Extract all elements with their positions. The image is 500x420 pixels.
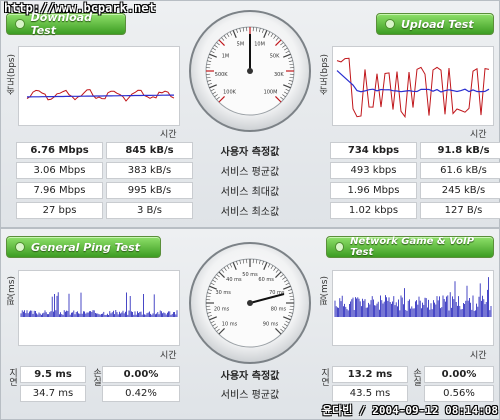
game-graph [334, 277, 492, 317]
gauge-tick-label: 30 ms [215, 290, 231, 296]
ping-graph [20, 292, 178, 317]
gauge-tick-label: 10M [254, 42, 265, 48]
gauge-tick-label: 50 ms [242, 272, 258, 278]
upload-value-primary: 734 kbps [330, 142, 417, 159]
ping-latency-value: 34.7 ms [20, 385, 86, 402]
game-loss-label: 손실 [411, 368, 421, 386]
game-ping-series [334, 277, 492, 317]
general-ping-test-button[interactable]: General Ping Test [6, 236, 161, 258]
game-loss-value: 0.56% [424, 385, 494, 402]
ping-latency-value: 9.5 ms [20, 366, 86, 383]
gauge-tick-label: 30K [274, 72, 284, 78]
watermark-url: http://www.bcpark.net [4, 1, 156, 15]
game-latency-value: 13.2 ms [332, 366, 408, 383]
upload-value-primary: 493 kbps [330, 162, 417, 179]
ping-gauge-dial: 10 ms20 ms30 ms40 ms50 ms60 ms70 ms80 ms… [205, 258, 295, 348]
download-value-secondary: 995 kB/s [106, 182, 193, 199]
upload-test-button[interactable]: Upload Test [376, 13, 494, 35]
gauge-tick-label: 80 ms [271, 307, 287, 313]
download-value-primary: 6.76 Mbps [16, 142, 103, 159]
download-y-axis-label: 속도(bps) [7, 54, 17, 96]
gear-icon [385, 19, 395, 29]
upload-value-secondary: 127 B/s [420, 202, 500, 219]
gauge-tick-label: 50K [270, 54, 280, 60]
upload-value-secondary: 91.8 kB/s [420, 142, 500, 159]
row-label: 사용자 측정값 [220, 371, 280, 382]
speed-gauge: 100K 500K 1M 5M 10M 50K 30K 100M [189, 10, 311, 132]
gauge-tick-label: 60 ms [258, 277, 274, 283]
upload-test-label: Upload Test [401, 17, 474, 31]
upload-value-secondary: 245 kB/s [420, 182, 500, 199]
download-value-primary: 7.96 Mbps [16, 182, 103, 199]
ping-gauge: 10 ms 20 ms 30 ms 40 ms 50 ms 60 ms 70 ms 80 ms… [189, 242, 311, 364]
game-loss-value: 0.00% [424, 366, 494, 383]
gauge-tick-label: 40 ms [226, 277, 242, 283]
watermark-footer: 윤다빈 / 2004-09-12 08:14:08 [322, 404, 499, 417]
download-chart [18, 46, 180, 126]
ping-loss-label: 손실 [91, 368, 101, 386]
upload-value-secondary: 61.6 kB/s [420, 162, 500, 179]
gauge-tick-label: 100K [223, 90, 237, 96]
upload-value-primary: 1.96 Mbps [330, 182, 417, 199]
gauge-tick-label: 10 ms [222, 322, 238, 328]
gauge-tick-label: 100M [264, 90, 278, 96]
network-game-voip-test-button[interactable]: Network Game & VoIP Test [326, 236, 494, 258]
speed-gauge-dial: 100K 500K 1M 5M 10M 50K 30K 100M [205, 26, 295, 116]
download-graph [26, 89, 175, 102]
gear-icon [15, 242, 25, 252]
row-label: 서비스 최대값 [220, 187, 280, 198]
row-label: 서비스 평균값 [220, 167, 280, 178]
upload-graph [336, 57, 490, 119]
game-chart [332, 270, 494, 346]
game-x-axis-label: 시간 [470, 351, 487, 361]
gear-icon [15, 19, 25, 29]
download-value-secondary: 845 kB/s [106, 142, 193, 159]
download-value-secondary: 3 B/s [106, 202, 193, 219]
ping-loss-value: 0.42% [102, 385, 180, 402]
gauge-tick-label: 20 ms [214, 307, 230, 313]
upload-y-axis-label: 속도(bps) [320, 54, 330, 96]
ping-series [20, 292, 178, 317]
download-value-primary: 3.06 Mbps [16, 162, 103, 179]
download-average-series [27, 94, 174, 98]
upload-chart [332, 46, 494, 126]
gauge-tick-label: 90 ms [263, 322, 279, 328]
network-game-voip-test-label: Network Game & VoIP Test [350, 236, 475, 258]
ping-y-axis-label: 핑(ms) [7, 276, 17, 306]
gauge-tick-label: 1M [222, 54, 230, 60]
gauge-tick-label: 500K [215, 72, 229, 78]
ping-x-axis-label: 시간 [160, 351, 177, 361]
upload-value-primary: 1.02 kbps [330, 202, 417, 219]
row-label: 서비스 평균값 [220, 390, 280, 401]
upload-speed-series [336, 57, 490, 119]
row-label: 사용자 측정값 [220, 147, 280, 158]
general-ping-test-label: General Ping Test [31, 240, 140, 254]
ping-chart [18, 270, 180, 346]
download-x-axis-label: 시간 [160, 130, 177, 140]
row-label: 서비스 최소값 [220, 207, 280, 218]
gauge-tick-label: 5M [237, 42, 245, 48]
download-test-button[interactable]: Download Test [6, 11, 126, 37]
ping-loss-value: 0.00% [102, 366, 180, 383]
download-value-secondary: 383 kB/s [106, 162, 193, 179]
gear-icon [335, 242, 345, 252]
game-latency-label: 지연 [319, 368, 329, 386]
download-value-primary: 27 bps [16, 202, 103, 219]
upload-x-axis-label: 시간 [470, 130, 487, 140]
upload-average-series [336, 70, 490, 93]
ping-latency-label: 지연 [7, 368, 17, 386]
game-y-axis-label: 핑(ms) [320, 276, 330, 306]
game-latency-value: 43.5 ms [332, 385, 408, 402]
